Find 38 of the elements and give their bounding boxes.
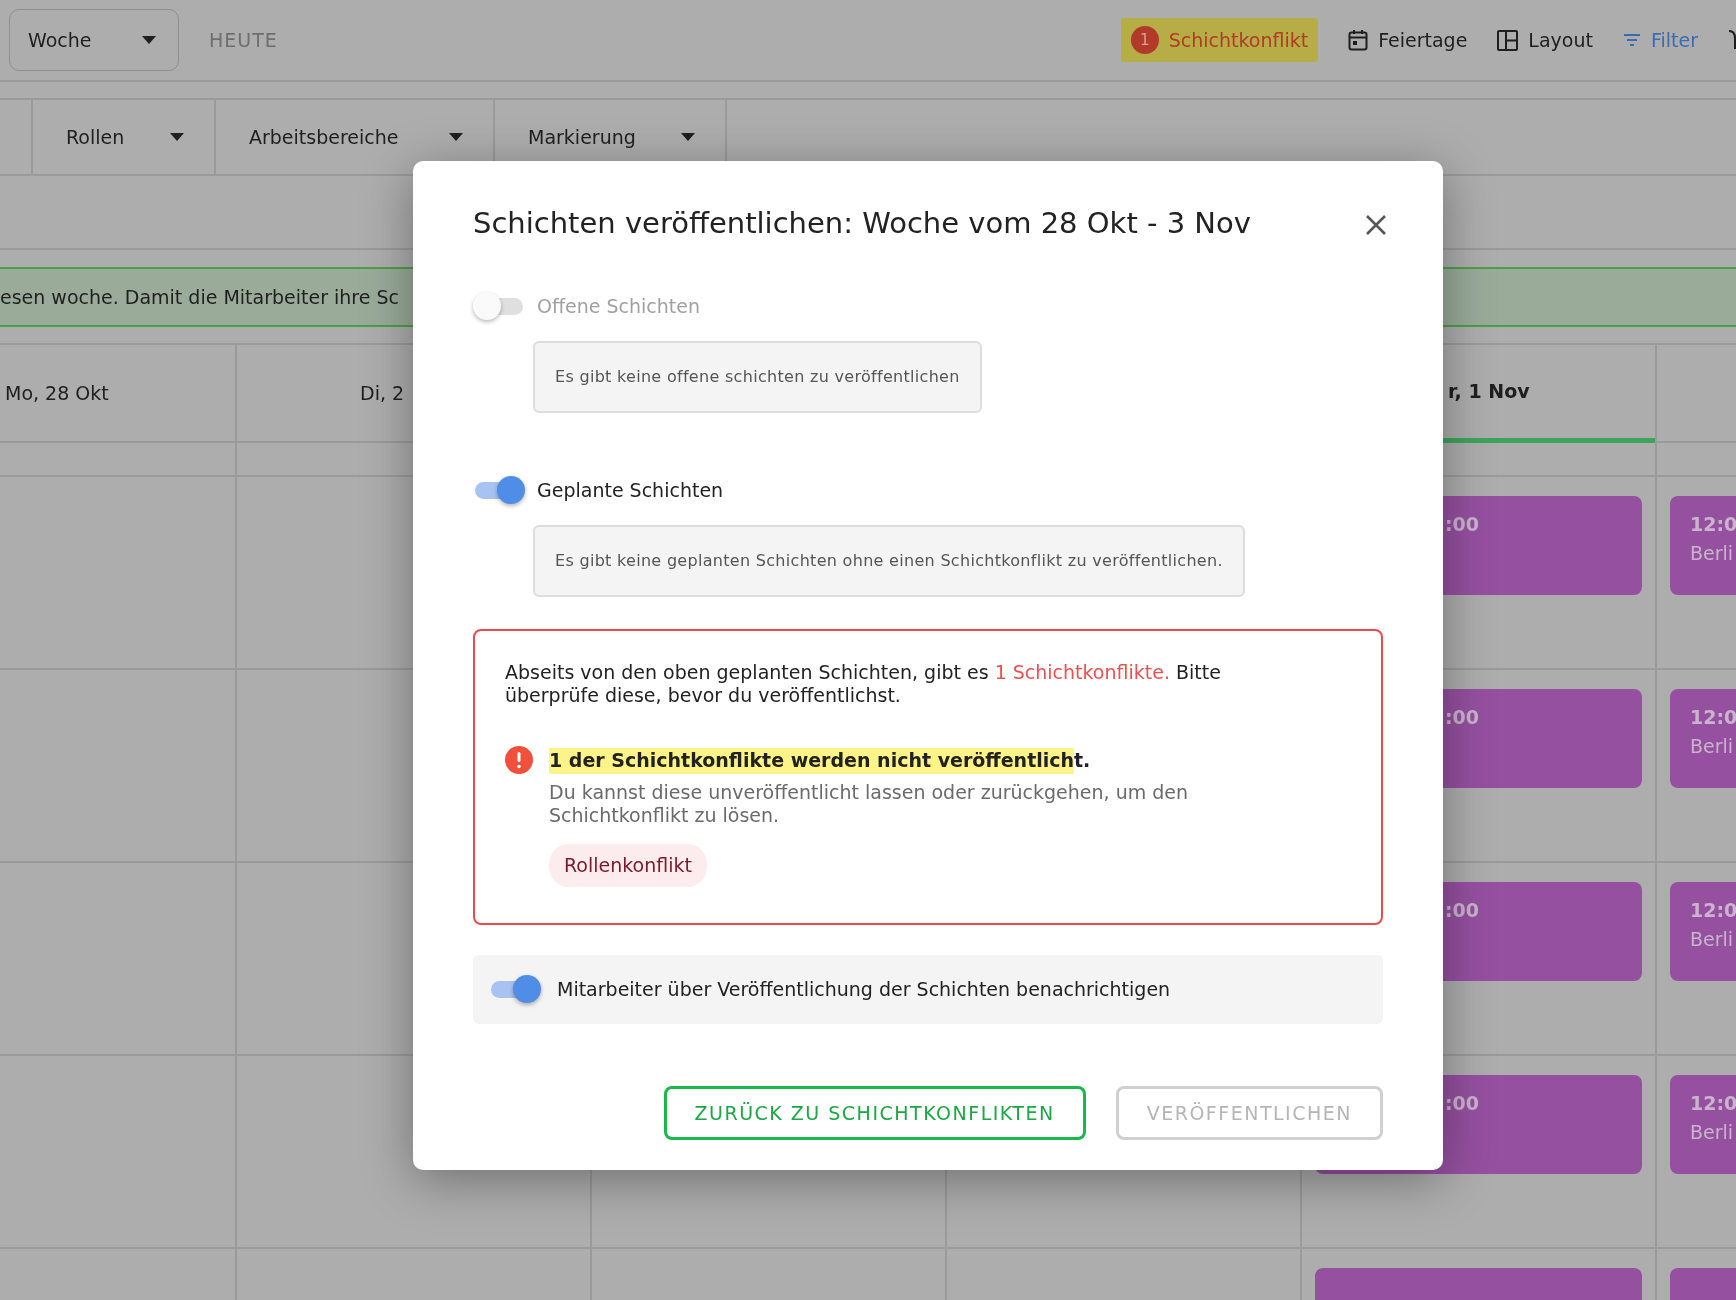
toggle-label: Offene Schichten xyxy=(537,293,700,319)
count-badge: 1 xyxy=(1130,26,1159,54)
close-icon xyxy=(1365,214,1387,237)
conflict-link[interactable]: 1 Schichtkonflikte. xyxy=(994,660,1170,683)
shift-card[interactable] xyxy=(1315,1268,1642,1300)
view-select[interactable]: Woche xyxy=(9,9,179,71)
toggle-switch[interactable] xyxy=(489,974,543,1005)
caret-icon xyxy=(142,36,156,44)
conflict-tag: Rollenkonflikt xyxy=(549,844,707,887)
toggle-label: Geplante Schichten xyxy=(537,477,724,503)
warning-title: 1 der Schichtkonflikte werden nicht veröffentlicht. xyxy=(549,746,1091,775)
conflict-button[interactable]: 1 Schichtkonflikt xyxy=(1120,17,1319,63)
caret-icon xyxy=(681,133,695,141)
caret-icon xyxy=(449,133,463,141)
info-banner-text: esen woche. Damit die Mitarbeiter ihre Sc xyxy=(0,284,399,310)
info-note: Es gibt keine offene schichten zu veröffentlichen xyxy=(533,340,982,413)
conflict-summary: Abseits von den oben geplanten Schichten, gibt es 1 Schichtkonflikte. Bitte überprüfe diese, bevor du veröffentlichst. xyxy=(505,660,1222,707)
filter-button[interactable]: Filter xyxy=(1622,25,1698,55)
layout-icon xyxy=(1497,29,1519,51)
warning-text: Du kannst diese unveröffentlicht lassen oder zurückgehen, um den Schichtkonflikt zu lösen. xyxy=(549,780,1189,827)
caret-icon xyxy=(170,133,184,141)
info-note: Es gibt keine geplanten Schichten ohne einen Schichtkonflikt zu veröffentlichen. xyxy=(533,524,1245,597)
dialog-title: Schichten veröffentlichen: Woche vom 28 Okt - 3 Nov xyxy=(473,206,1251,241)
shift-card[interactable]: 12:0 Berli xyxy=(1670,882,1736,981)
holidays-button[interactable]: Feiertage xyxy=(1348,25,1468,55)
shift-card[interactable]: 12:0 Berli xyxy=(1670,496,1736,595)
back-button[interactable]: ZURÜCK ZU SCHICHTKONFLIKTEN xyxy=(663,1086,1086,1140)
day-header[interactable]: Mo, 28 Okt xyxy=(0,345,235,443)
shift-card[interactable]: 12:0 Berli xyxy=(1670,1075,1736,1174)
warning-icon xyxy=(505,746,533,775)
today-button[interactable]: HEUTE xyxy=(209,25,278,55)
layout-button[interactable]: Layout xyxy=(1497,25,1593,55)
shift-card[interactable]: 12:0 Berli xyxy=(1670,689,1736,788)
filter-dropdown[interactable]: Rollen xyxy=(31,100,214,174)
calendar-icon xyxy=(1348,29,1369,51)
filter-icon xyxy=(1622,33,1641,47)
toggle-label: Mitarbeiter über Veröffentlichung der Schichten benachrichtigen xyxy=(557,977,1171,1003)
toggle-switch[interactable] xyxy=(473,474,527,505)
